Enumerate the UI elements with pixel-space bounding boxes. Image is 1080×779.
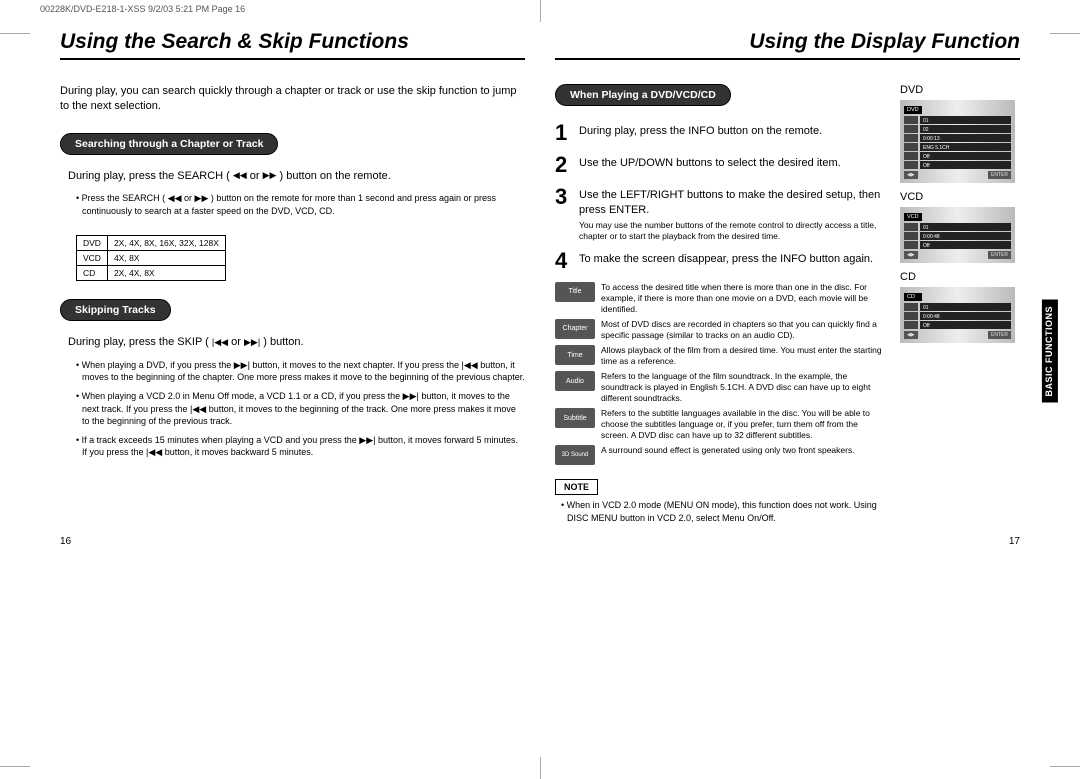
page-number-right: 17 (1009, 536, 1020, 547)
osd-vcd-label: VCD (900, 191, 1020, 203)
audio-icon: Audio (555, 371, 595, 391)
osd-cd: CD 01 0:00:48 Off ◀▶ENTER (900, 287, 1015, 343)
section-heading-playing: When Playing a DVD/VCD/CD (555, 84, 731, 106)
speed-table: DVD2X, 4X, 8X, 16X, 32X, 128X VCD4X, 8X … (76, 235, 226, 281)
print-slug: 00228K/DVD-E218-1-XSS 9/2/03 5:21 PM Pag… (40, 4, 245, 14)
note-text: When in VCD 2.0 mode (MENU ON mode), thi… (561, 499, 888, 524)
left-page: Using the Search & Skip Functions During… (60, 30, 525, 543)
page-spread: Using the Search & Skip Functions During… (0, 0, 1080, 573)
page-title-right: Using the Display Function (555, 30, 1020, 60)
subtitle-icon: Subtitle (555, 408, 595, 428)
step-3: 3 Use the LEFT/RIGHT buttons to make the… (555, 184, 888, 242)
skip-forward-icon: ▶▶| (244, 338, 260, 347)
osd-vcd: VCD 01 0:00:48 Off ◀▶ENTER (900, 207, 1015, 263)
step3-subnote: You may use the number buttons of the re… (579, 220, 888, 242)
3dsound-icon: 3D Sound (555, 445, 595, 465)
section-heading-search: Searching through a Chapter or Track (60, 133, 278, 155)
icon-definitions: TitleTo access the desired title when th… (555, 282, 888, 466)
rewind-icon: ◀◀ (233, 171, 247, 180)
right-page: Using the Display Function When Playing … (555, 30, 1020, 543)
skip-body: During play, press the SKIP ( |◀◀ or ▶▶|… (68, 335, 525, 350)
osd-column: DVD DVD 01 02 0:00:13 ENG 5.1CH Off Off … (900, 84, 1020, 543)
time-icon: Time (555, 345, 595, 365)
step-1: 1 During play, press the INFO button on … (555, 120, 888, 146)
page-title-left: Using the Search & Skip Functions (60, 30, 525, 60)
section-heading-skip: Skipping Tracks (60, 299, 171, 321)
chapter-icon: Chapter (555, 319, 595, 339)
osd-dvd-label: DVD (900, 84, 1020, 96)
skip-notes: When playing a DVD, if you press the ▶▶|… (76, 359, 525, 459)
forward-icon: ▶▶ (263, 171, 277, 180)
page-number-left: 16 (60, 536, 71, 547)
search-body: During play, press the SEARCH ( ◀◀ or ▶▶… (68, 169, 525, 184)
step-2: 2 Use the UP/DOWN buttons to select the … (555, 152, 888, 178)
skip-back-icon: |◀◀ (212, 338, 228, 347)
search-notes: Press the SEARCH ( ◀◀ or ▶▶ ) button on … (76, 192, 525, 217)
intro-text: During play, you can search quickly thro… (60, 84, 525, 115)
note-box: NOTE (555, 479, 598, 495)
osd-dvd: DVD 01 02 0:00:13 ENG 5.1CH Off Off ◀▶EN… (900, 100, 1015, 183)
title-icon: Title (555, 282, 595, 302)
step-4: 4 To make the screen disappear, press th… (555, 248, 888, 274)
side-tab: BASIC FUNCTIONS (1042, 300, 1058, 403)
osd-cd-label: CD (900, 271, 1020, 283)
steps-list: 1 During play, press the INFO button on … (555, 120, 888, 274)
